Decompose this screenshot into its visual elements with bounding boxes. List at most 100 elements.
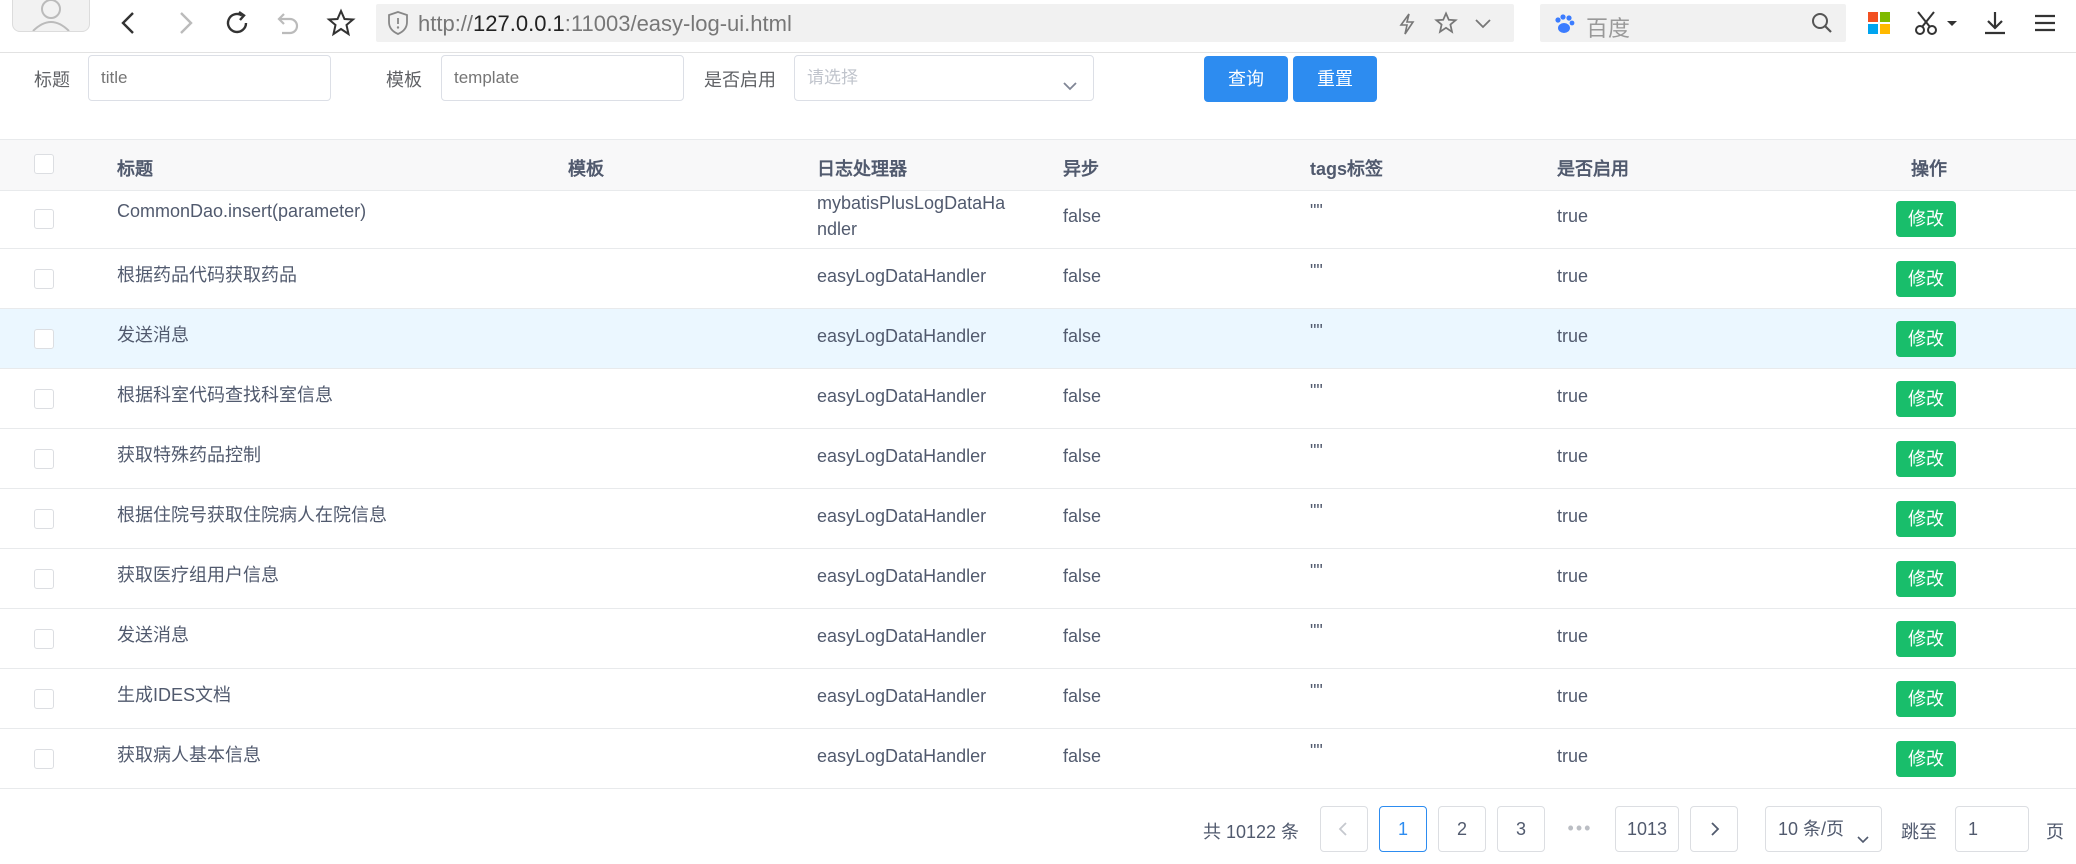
next-page-button[interactable] <box>1690 806 1738 852</box>
lightning-icon[interactable] <box>1396 12 1418 41</box>
cell-async: false <box>1063 626 1102 646</box>
cell-handler: easyLogDataHandler <box>817 446 987 466</box>
total-count: 共 10122 条 <box>1203 822 1300 842</box>
forward-icon[interactable] <box>168 6 202 40</box>
row-checkbox[interactable] <box>34 569 54 589</box>
cell-enabled: true <box>1557 206 1589 226</box>
table-row[interactable]: 根据住院号获取住院病人在院信息 easyLogDataHandler false ""… <box>0 489 2076 549</box>
page-ellipsis[interactable]: ••• <box>1556 806 1604 852</box>
table-row[interactable]: CommonDao.insert(parameter) mybatisPlusLo… <box>0 189 2076 249</box>
table-row[interactable]: 获取病人基本信息 easyLogDataHandler false "" true 修改 <box>0 729 2076 789</box>
cell-title: 获取医疗组用户信息 <box>117 565 279 585</box>
edit-button[interactable]: 修改 <box>1896 501 1956 537</box>
edit-button[interactable]: 修改 <box>1896 621 1956 657</box>
table-row[interactable]: 获取医疗组用户信息 easyLogDataHandler false "" true 修改 <box>0 549 2076 609</box>
bookmark-star-icon[interactable] <box>324 6 358 40</box>
row-checkbox[interactable] <box>34 449 54 469</box>
cell-enabled: true <box>1557 386 1589 406</box>
row-checkbox[interactable] <box>34 269 54 289</box>
cell-handler: easyLogDataHandler <box>817 266 987 286</box>
table-row[interactable]: 发送消息 easyLogDataHandler false "" true 修改 <box>0 309 2076 369</box>
cell-title: 根据住院号获取住院病人在院信息 <box>117 505 387 525</box>
back-icon[interactable] <box>112 6 146 40</box>
cell-enabled: true <box>1557 506 1589 526</box>
cell-enabled: true <box>1557 566 1589 586</box>
page-size-select[interactable]: 10 条/页 <box>1765 806 1882 852</box>
edit-button[interactable]: 修改 <box>1896 381 1956 417</box>
table-footer-divider <box>0 788 2076 789</box>
cell-async: false <box>1063 566 1102 586</box>
page-1-button[interactable]: 1 <box>1379 806 1427 852</box>
select-all-checkbox[interactable] <box>34 154 54 174</box>
row-checkbox[interactable] <box>34 209 54 229</box>
edit-button[interactable]: 修改 <box>1896 321 1956 357</box>
last-page-button[interactable]: 1013 <box>1615 806 1679 852</box>
row-checkbox[interactable] <box>34 509 54 529</box>
cell-handler: easyLogDataHandler <box>817 626 987 646</box>
cell-enabled: true <box>1557 326 1589 346</box>
edit-button[interactable]: 修改 <box>1896 681 1956 717</box>
chevron-down-icon[interactable] <box>1472 13 1494 38</box>
table-row[interactable]: 根据药品代码获取药品 easyLogDataHandler false "" true 修… <box>0 249 2076 309</box>
apps-grid-icon[interactable] <box>1862 6 1896 40</box>
row-checkbox[interactable] <box>34 389 54 409</box>
row-checkbox[interactable] <box>34 629 54 649</box>
edit-button[interactable]: 修改 <box>1896 441 1956 477</box>
cell-handler: easyLogDataHandler <box>817 506 987 526</box>
edit-button[interactable]: 修改 <box>1896 561 1956 597</box>
page-3-button[interactable]: 3 <box>1497 806 1545 852</box>
edit-button[interactable]: 修改 <box>1896 201 1956 237</box>
cell-title: 发送消息 <box>117 325 189 345</box>
cell-handler: easyLogDataHandler <box>817 566 987 586</box>
page-2-button[interactable]: 2 <box>1438 806 1486 852</box>
enabled-filter-select[interactable]: 请选择 <box>794 55 1094 101</box>
reload-icon[interactable] <box>220 6 254 40</box>
edit-button[interactable]: 修改 <box>1896 261 1956 297</box>
download-icon[interactable] <box>1978 6 2012 40</box>
header-template: 模板 <box>568 159 604 179</box>
cell-handler-wrap: ndler <box>817 219 858 239</box>
cell-tags: "" <box>1310 381 1323 401</box>
template-filter-input[interactable] <box>441 55 684 101</box>
title-filter-input[interactable] <box>88 55 331 101</box>
table-row[interactable]: 根据科室代码查找科室信息 easyLogDataHandler false "" tru… <box>0 369 2076 429</box>
row-checkbox[interactable] <box>34 329 54 349</box>
row-checkbox[interactable] <box>34 689 54 709</box>
cell-tags: "" <box>1310 501 1323 521</box>
search-placeholder: 百度 <box>1586 16 1631 41</box>
cell-title: CommonDao.insert(parameter) <box>117 201 367 221</box>
edit-button[interactable]: 修改 <box>1896 741 1956 777</box>
favorite-star-icon[interactable] <box>1434 11 1458 40</box>
screenshot-scissors-icon[interactable] <box>1910 6 1944 40</box>
cell-title: 获取病人基本信息 <box>117 745 261 765</box>
jump-page-input[interactable]: 1 <box>1955 806 2029 852</box>
table-row[interactable]: 发送消息 easyLogDataHandler false "" true 修改 <box>0 609 2076 669</box>
browser-search-box[interactable]: 百度 <box>1540 4 1846 42</box>
table-row[interactable]: 生成IDES文档 easyLogDataHandler false "" true 修改 <box>0 669 2076 729</box>
cell-handler: easyLogDataHandler <box>817 326 987 346</box>
header-title: 标题 <box>117 159 153 179</box>
undo-close-icon[interactable] <box>270 6 304 40</box>
reset-button[interactable]: 重置 <box>1293 56 1377 102</box>
shield-icon <box>386 10 410 41</box>
table-header: 标题 模板 日志处理器 异步 tags标签 是否启用 操作 <box>0 139 2076 191</box>
cell-tags: "" <box>1310 561 1323 581</box>
page-unit-label: 页 <box>2046 822 2064 842</box>
cell-tags: "" <box>1310 621 1323 641</box>
table-row[interactable]: 获取特殊药品控制 easyLogDataHandler false "" true 修改 <box>0 429 2076 489</box>
avatar[interactable] <box>12 0 90 32</box>
cell-async: false <box>1063 326 1102 346</box>
cell-tags: "" <box>1310 321 1323 341</box>
search-icon[interactable] <box>1810 11 1834 40</box>
cell-title: 获取特殊药品控制 <box>117 445 261 465</box>
enabled-filter-label: 是否启用 <box>704 70 776 90</box>
scissors-dropdown-icon[interactable] <box>1942 6 1962 40</box>
menu-icon[interactable] <box>2028 6 2062 40</box>
address-bar[interactable]: http://127.0.0.1:11003/easy-log-ui.html <box>376 4 1514 42</box>
jump-label: 跳至 <box>1901 822 1937 842</box>
row-checkbox[interactable] <box>34 749 54 769</box>
cell-async: false <box>1063 446 1102 466</box>
query-button[interactable]: 查询 <box>1204 56 1288 102</box>
cell-title: 根据科室代码查找科室信息 <box>117 385 333 405</box>
prev-page-button[interactable] <box>1320 806 1368 852</box>
